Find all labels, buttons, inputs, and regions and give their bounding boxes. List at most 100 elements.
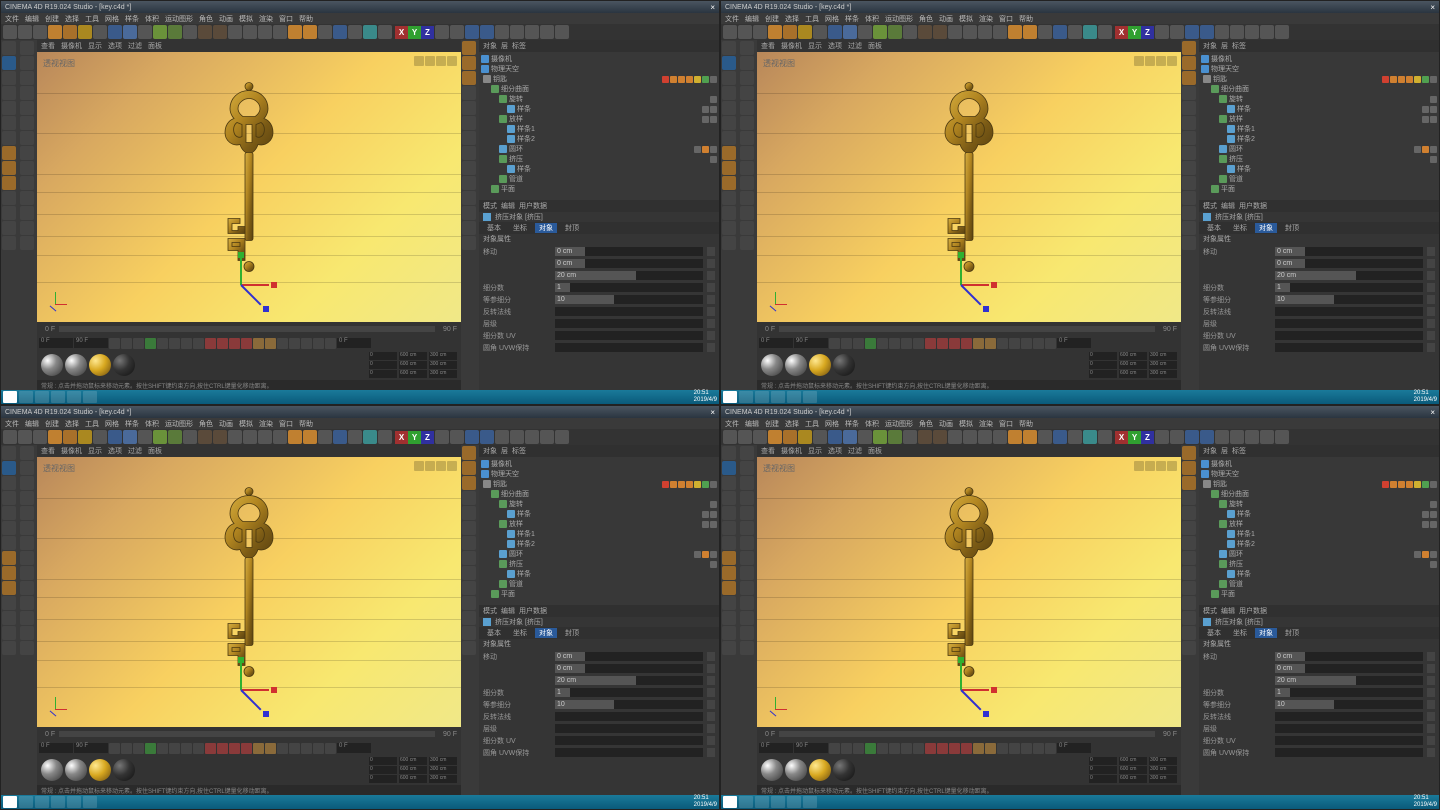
tool-button[interactable] (20, 191, 34, 205)
toolbar-button[interactable] (918, 25, 932, 39)
tool-button[interactable] (740, 626, 754, 640)
tool-button[interactable] (20, 476, 34, 490)
coord-field[interactable]: 600 cm (1119, 757, 1147, 765)
palette-button[interactable] (462, 176, 476, 190)
object-tag[interactable] (710, 96, 717, 103)
toolbar-button[interactable] (525, 430, 539, 444)
attr-value-field[interactable] (555, 748, 703, 757)
taskbar-app[interactable] (803, 391, 817, 403)
coord-field[interactable]: 600 cm (399, 352, 427, 360)
tray-icon[interactable] (610, 797, 620, 807)
object-tag[interactable] (678, 76, 685, 83)
spinner-icon[interactable] (1427, 343, 1435, 352)
clock[interactable]: 20:512019/4/9 (694, 795, 717, 809)
menu-item[interactable]: 网格 (825, 14, 839, 24)
toolbar-button[interactable] (540, 25, 554, 39)
spinner-icon[interactable] (707, 676, 715, 685)
attr-tab[interactable]: 对象 (1255, 223, 1277, 233)
tray-icon[interactable] (1330, 797, 1340, 807)
hierarchy-item[interactable]: 样条1 (1201, 529, 1437, 539)
viewport-nav-button[interactable] (425, 461, 435, 471)
toolbar-button[interactable] (228, 25, 242, 39)
attr-value-field[interactable] (555, 307, 703, 316)
spinner-icon[interactable] (707, 259, 715, 268)
coord-field[interactable]: 600 cm (399, 370, 427, 378)
hierarchy-item[interactable]: 摄像机 (481, 54, 717, 64)
spinner-icon[interactable] (707, 247, 715, 256)
object-tag[interactable] (702, 146, 709, 153)
palette-button[interactable] (1182, 446, 1196, 460)
palette-button[interactable] (462, 446, 476, 460)
spinner-icon[interactable] (707, 295, 715, 304)
object-tag[interactable] (702, 511, 709, 518)
toolbar-button[interactable] (1260, 430, 1274, 444)
attr-tab[interactable]: 基本 (1203, 223, 1225, 233)
mode-tool[interactable] (722, 596, 736, 610)
menu-item[interactable]: 窗口 (999, 14, 1013, 24)
spinner-icon[interactable] (707, 724, 715, 733)
object-tag[interactable] (1382, 76, 1389, 83)
hierarchy-item[interactable]: 物理天空 (481, 64, 717, 74)
attr-value-field[interactable] (555, 712, 703, 721)
menu-item[interactable]: 动画 (939, 419, 953, 429)
palette-button[interactable] (462, 41, 476, 55)
toolbar-button[interactable] (1038, 25, 1052, 39)
transport-button[interactable] (1009, 338, 1020, 349)
viewport-menu-item[interactable]: 查看 (41, 446, 55, 456)
palette-button[interactable] (462, 461, 476, 475)
material-preview[interactable] (89, 354, 111, 376)
transport-button[interactable] (985, 338, 996, 349)
menu-item[interactable]: 样条 (125, 14, 139, 24)
frame-cur-field[interactable]: 0 F (1057, 338, 1091, 348)
viewport-nav-button[interactable] (1134, 56, 1144, 66)
mode-tool[interactable] (2, 476, 16, 490)
tool-button[interactable] (740, 101, 754, 115)
transport-button[interactable] (1021, 743, 1032, 754)
palette-button[interactable] (462, 116, 476, 130)
object-tag[interactable] (710, 521, 717, 528)
palette-button[interactable] (462, 221, 476, 235)
mode-tool[interactable] (2, 86, 16, 100)
tray-icon[interactable] (598, 797, 608, 807)
hierarchy-item[interactable]: 圆环 (481, 144, 717, 154)
transport-button[interactable] (985, 743, 996, 754)
toolbar-button[interactable] (1008, 430, 1022, 444)
toolbar-button[interactable] (1200, 430, 1214, 444)
attr-value-field[interactable]: 0 cm (1275, 247, 1423, 256)
toolbar-button[interactable] (198, 430, 212, 444)
transport-button[interactable] (937, 743, 948, 754)
menu-item[interactable]: 选择 (65, 419, 79, 429)
toolbar-button[interactable] (918, 430, 932, 444)
attr-value-field[interactable]: 10 (1275, 295, 1423, 304)
tray-icon[interactable] (1402, 797, 1412, 807)
hierarchy-item[interactable]: 放样 (1201, 519, 1437, 529)
attr-tab[interactable]: 封顶 (561, 628, 583, 638)
mode-tool[interactable] (2, 506, 16, 520)
hierarchy-item[interactable]: 管道 (481, 174, 717, 184)
attr-value-field[interactable]: 20 cm (555, 271, 703, 280)
mode-tool[interactable] (722, 521, 736, 535)
titlebar[interactable]: CINEMA 4D R19.024 Studio - [key.c4d *]× (721, 406, 1439, 418)
toolbar-button[interactable] (1245, 25, 1259, 39)
toolbar-button[interactable] (48, 25, 62, 39)
axis-y-button[interactable]: Y (1128, 431, 1141, 444)
mode-tool[interactable] (722, 611, 736, 625)
transport-button[interactable] (133, 743, 144, 754)
toolbar-button[interactable] (153, 25, 167, 39)
transport-button[interactable] (193, 338, 204, 349)
mode-tool[interactable] (722, 551, 736, 565)
mode-tool[interactable] (2, 131, 16, 145)
menu-item[interactable]: 工具 (85, 419, 99, 429)
hierarchy-item[interactable]: 圆环 (1201, 144, 1437, 154)
coord-field[interactable]: 300 cm (1149, 352, 1177, 360)
menu-item[interactable]: 体积 (865, 14, 879, 24)
toolbar-button[interactable] (1170, 430, 1184, 444)
transport-button[interactable] (961, 338, 972, 349)
timeline[interactable]: 0 F90 F (37, 727, 461, 741)
object-tag[interactable] (1398, 481, 1405, 488)
attr-tab[interactable]: 坐标 (509, 223, 531, 233)
tool-button[interactable] (20, 206, 34, 220)
hierarchy-item[interactable]: 样条 (1201, 569, 1437, 579)
palette-button[interactable] (462, 596, 476, 610)
toolbar-button[interactable] (993, 25, 1007, 39)
